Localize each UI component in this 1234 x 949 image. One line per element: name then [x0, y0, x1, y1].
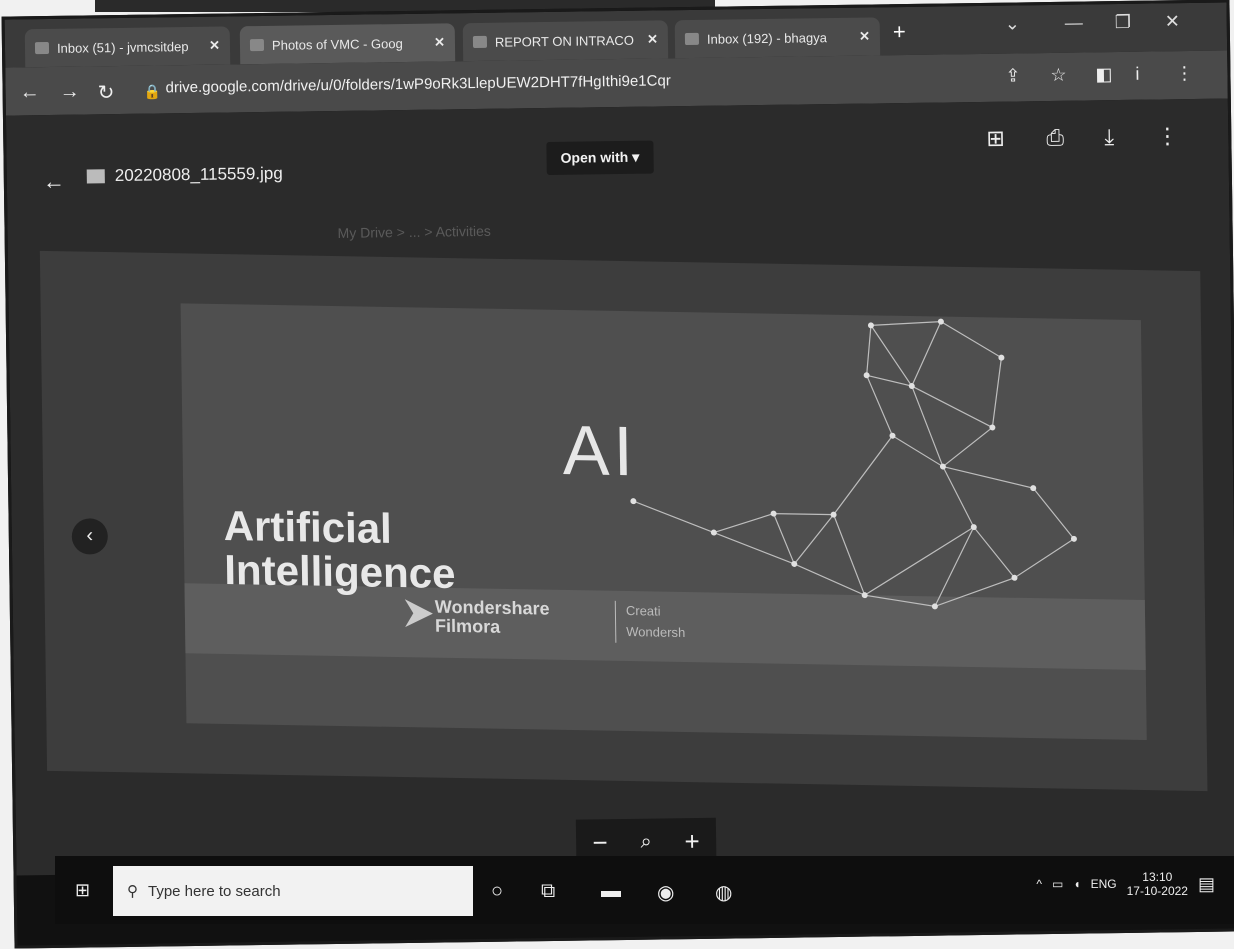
search-placeholder: Type here to search	[148, 882, 281, 900]
chevron-down-icon[interactable]: ⌄	[1005, 13, 1020, 34]
viewer-back-arrow-icon[interactable]: ←	[43, 169, 65, 195]
tab-inbox-1[interactable]: Inbox (51) - jvmcsitdep ✕	[24, 26, 231, 68]
network-figure-illustration	[630, 318, 1077, 610]
minimize-button[interactable]: —	[1065, 13, 1083, 34]
side-line-1: Creati	[625, 602, 661, 619]
presentation-slide: AI Artificial Intelligence Wondershare F…	[180, 303, 1147, 741]
gmail-icon	[34, 41, 50, 55]
clock-time: 13:10	[1142, 870, 1173, 884]
tab-label: Photos of VMC - Goog	[271, 35, 403, 53]
menu-dots-icon[interactable]: ⋮	[1175, 63, 1193, 84]
breadcrumb: My Drive > ... > Activities	[337, 222, 491, 241]
chevron-up-icon[interactable]: ^	[1036, 877, 1042, 891]
volume-icon[interactable]: ◖	[1073, 877, 1080, 891]
forward-arrow-icon[interactable]: →	[59, 81, 79, 104]
side-line-2: Wondersh	[626, 623, 686, 640]
chrome-icon[interactable]: ◍	[715, 880, 732, 905]
brand-name: Wondershare Filmora	[434, 597, 550, 638]
open-with-label: Open with	[560, 148, 629, 166]
close-icon[interactable]: ✕	[859, 28, 870, 44]
caret-down-icon: ▾	[632, 148, 640, 165]
slide-title: Artificial Intelligence	[223, 501, 456, 598]
task-view-icon[interactable]: ⧉	[541, 880, 555, 903]
drive-icon	[249, 38, 265, 52]
title-line-2: Intelligence	[223, 546, 456, 598]
close-window-button[interactable]: ✕	[1165, 11, 1180, 32]
clock[interactable]: 13:10 17-10-2022	[1127, 870, 1188, 899]
title-line-1: Artificial	[223, 501, 393, 552]
back-arrow-icon[interactable]: ←	[19, 81, 39, 104]
file-explorer-icon[interactable]: ▬	[601, 880, 621, 903]
tab-report[interactable]: REPORT ON INTRACO ✕	[462, 20, 669, 62]
gmail-icon	[684, 32, 700, 46]
zoom-out-button[interactable]: −	[592, 827, 608, 858]
photo-preview: AI Artificial Intelligence Wondershare F…	[39, 250, 1208, 792]
open-with-button[interactable]: Open with ▾	[546, 140, 654, 176]
firefox-icon[interactable]: ◉	[657, 880, 674, 905]
add-to-drive-icon[interactable]: ⊞	[986, 126, 1005, 152]
file-title: 20220808_115559.jpg	[86, 163, 283, 187]
docs-icon	[472, 35, 488, 49]
tab-photos[interactable]: Photos of VMC - Goog ✕	[239, 23, 456, 65]
close-icon[interactable]: ✕	[209, 38, 220, 54]
ai-heading: AI	[562, 410, 638, 491]
download-icon[interactable]: ⤓	[1104, 124, 1114, 150]
bookmark-star-icon[interactable]: ☆	[1050, 65, 1066, 86]
close-icon[interactable]: ✕	[434, 34, 445, 50]
image-file-icon	[86, 169, 105, 184]
windows-start-icon[interactable]: ⊞	[75, 880, 90, 901]
taskbar-search-box[interactable]: ⚲ Type here to search	[113, 866, 473, 916]
lock-icon: 🔒	[143, 83, 162, 100]
profile-icon[interactable]: i	[1135, 64, 1139, 85]
language-indicator[interactable]: ENG	[1091, 877, 1117, 891]
file-name: 20220808_115559.jpg	[114, 163, 283, 186]
share-icon[interactable]: ⇪	[1005, 65, 1020, 86]
brand-side-text: Creati Wondersh	[614, 600, 686, 644]
network-icon[interactable]: ▭	[1052, 877, 1063, 891]
system-tray: ^ ▭ ◖ ENG 13:10 17-10-2022 ▤	[1036, 870, 1215, 899]
clock-date: 17-10-2022	[1126, 884, 1188, 899]
close-icon[interactable]: ✕	[647, 31, 658, 47]
tab-label: Inbox (51) - jvmcsitdep	[56, 38, 189, 56]
tab-label: REPORT ON INTRACO	[494, 32, 634, 50]
zoom-icon[interactable]: ⌕	[640, 830, 652, 853]
cortana-icon[interactable]: ○	[491, 880, 503, 903]
zoom-in-button[interactable]: +	[684, 825, 700, 856]
sidepanel-icon[interactable]: ◧	[1095, 64, 1112, 85]
print-icon[interactable]: ⎙	[1046, 125, 1064, 151]
tab-label: Inbox (192) - bhagya	[706, 29, 827, 47]
new-tab-button[interactable]: +	[893, 19, 906, 45]
windows-taskbar: ⊞ ⚲ Type here to search ○ ⧉ ▬ ◉ ◍ ^ ▭ ◖ …	[55, 856, 1234, 924]
brand-line-2: Filmora	[434, 615, 501, 637]
reload-icon[interactable]: ↻	[97, 80, 114, 105]
notification-icon[interactable]: ▤	[1198, 874, 1215, 895]
more-actions-icon[interactable]: ⋮	[1156, 123, 1178, 149]
restore-button[interactable]: ❐	[1115, 12, 1131, 33]
monitor-screen: Inbox (51) - jvmcsitdep ✕ Photos of VMC …	[1, 0, 1234, 949]
search-icon: ⚲	[127, 883, 138, 900]
tab-inbox-2[interactable]: Inbox (192) - bhagya ✕	[674, 17, 881, 59]
